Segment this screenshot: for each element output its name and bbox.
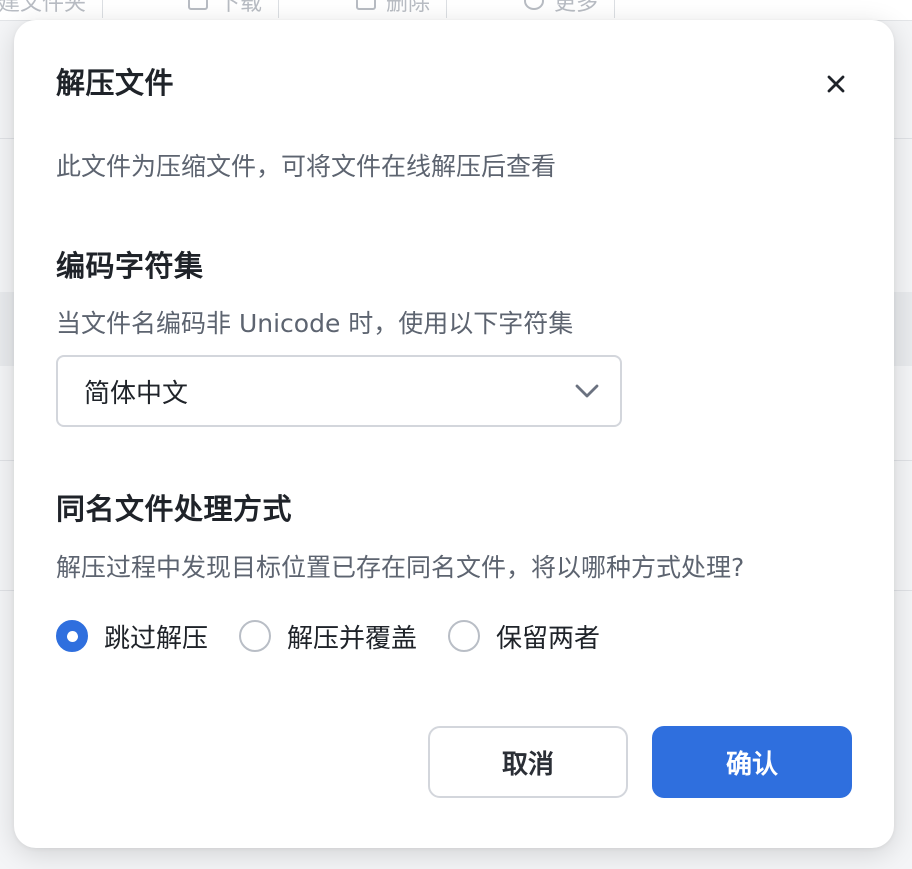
background-toolbar-label: 下载	[218, 0, 263, 16]
charset-select-value: 简体中文	[84, 378, 189, 409]
chevron-down-icon	[575, 384, 599, 398]
encoding-section-hint: 当文件名编码非 Unicode 时，使用以下字符集	[56, 309, 574, 338]
conflict-radio-group: 跳过解压 解压并覆盖 保留两者	[56, 618, 631, 654]
close-button[interactable]	[818, 66, 854, 102]
dialog-title: 解压文件	[56, 66, 175, 100]
background-toolbar-label: 删除	[386, 0, 431, 16]
background-toolbar-label: 更多	[554, 0, 599, 16]
background-toolbar-label: 新建文件夹	[0, 0, 87, 16]
radio-label: 解压并覆盖	[287, 623, 418, 654]
cancel-button[interactable]: 取消	[428, 726, 628, 798]
confirm-button[interactable]: 确认	[652, 726, 852, 798]
radio-option-keep-both[interactable]: 保留两者	[448, 618, 600, 655]
conflict-section-hint: 解压过程中发现目标位置已存在同名文件，将以哪种方式处理?	[56, 553, 745, 582]
radio-button[interactable]	[448, 620, 481, 652]
background-toolbar: 新建文件夹 下载 删除 更多	[0, 0, 912, 21]
more-icon	[524, 0, 544, 10]
extract-file-dialog: 解压文件 此文件为压缩文件，可将文件在线解压后查看 编码字符集 当文件名编码非 …	[14, 20, 894, 848]
radio-option-skip[interactable]: 跳过解压	[56, 618, 208, 655]
radio-label: 跳过解压	[104, 623, 209, 654]
charset-select[interactable]: 简体中文	[56, 355, 622, 427]
radio-label: 保留两者	[496, 623, 601, 654]
more-button[interactable]: 更多	[508, 0, 616, 18]
encoding-section-title: 编码字符集	[56, 249, 204, 283]
radio-button-checked[interactable]	[56, 620, 88, 652]
download-button[interactable]: 下载	[172, 0, 280, 18]
new-folder-button[interactable]: 新建文件夹	[0, 0, 104, 18]
delete-icon	[356, 0, 376, 10]
dialog-description: 此文件为压缩文件，可将文件在线解压后查看	[56, 152, 557, 181]
radio-button[interactable]	[239, 620, 272, 652]
download-icon	[188, 0, 208, 10]
radio-option-overwrite[interactable]: 解压并覆盖	[239, 618, 417, 655]
close-icon	[827, 75, 845, 93]
conflict-section-title: 同名文件处理方式	[56, 492, 293, 526]
delete-button[interactable]: 删除	[340, 0, 448, 18]
